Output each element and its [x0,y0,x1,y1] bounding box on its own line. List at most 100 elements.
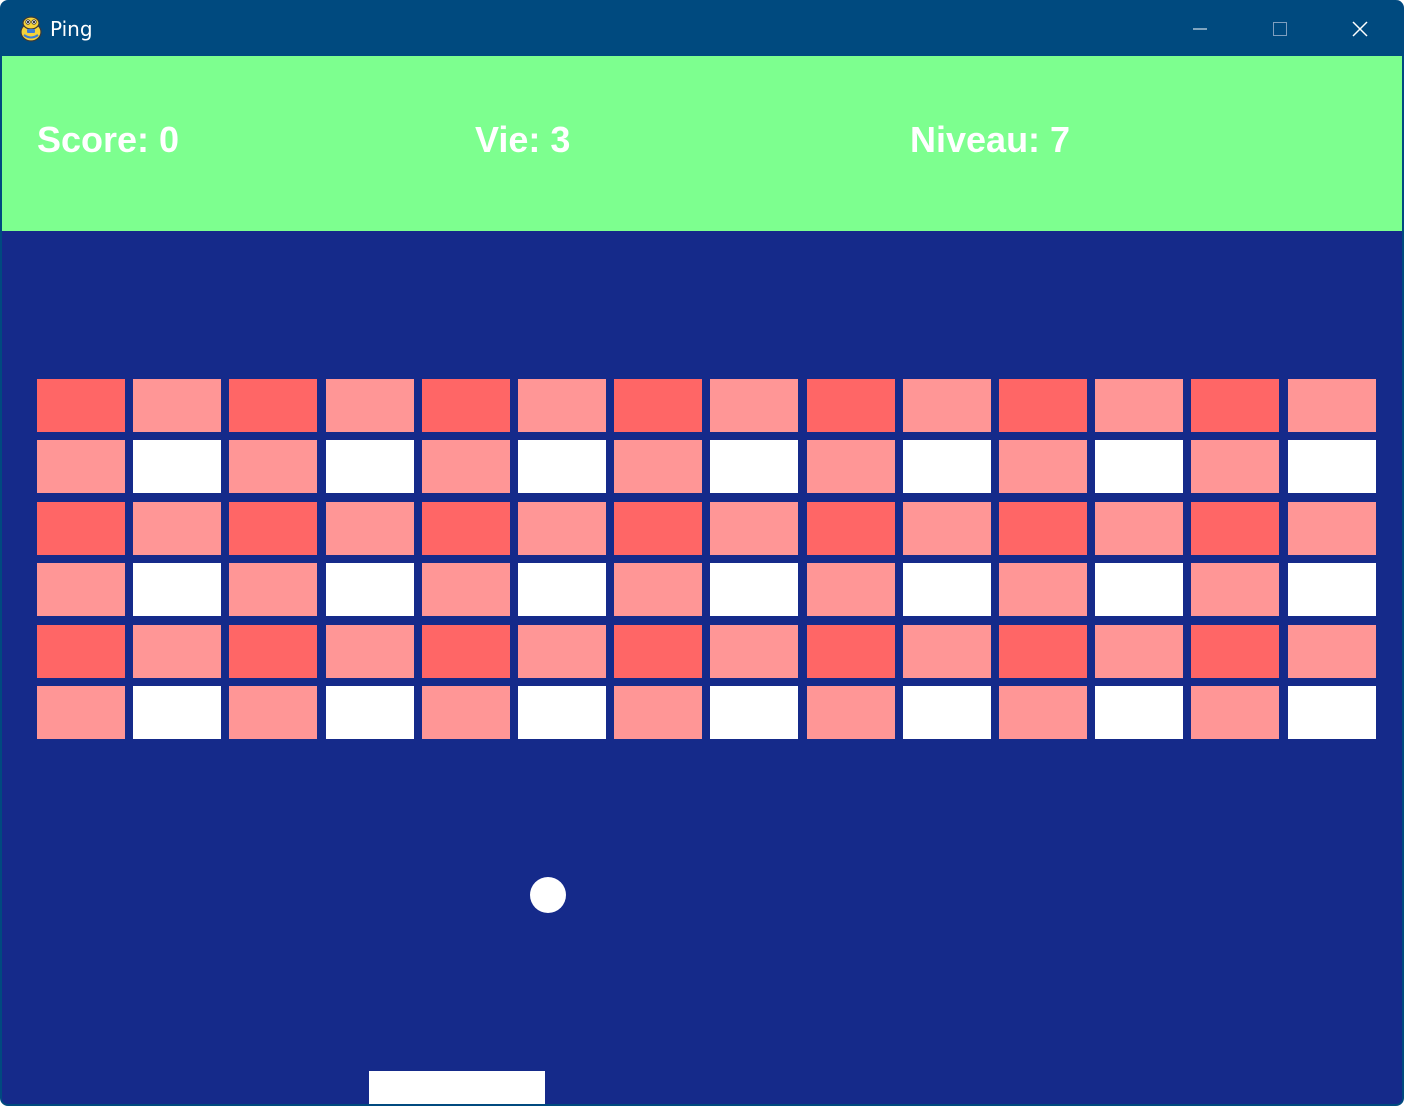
brick [133,379,221,432]
brick [1191,440,1279,493]
brick [903,379,991,432]
brick [614,440,702,493]
brick [903,563,991,616]
brick [229,379,317,432]
brick [518,686,606,739]
brick [422,440,510,493]
brick [1191,563,1279,616]
brick [1191,379,1279,432]
maximize-button[interactable] [1240,2,1320,56]
close-button[interactable] [1320,2,1400,56]
playfield[interactable] [2,231,1402,1104]
maximize-icon [1273,22,1287,36]
brick [133,563,221,616]
brick [326,625,414,678]
brick [1191,502,1279,555]
brick [326,686,414,739]
brick [37,440,125,493]
brick [229,686,317,739]
brick [807,502,895,555]
brick [133,502,221,555]
brick [37,625,125,678]
brick [518,502,606,555]
brick [326,563,414,616]
brick [422,379,510,432]
paddle[interactable] [369,1071,545,1104]
window-title: Ping [50,17,93,41]
brick [518,625,606,678]
brick [710,625,798,678]
brick [999,563,1087,616]
brick [999,686,1087,739]
title-bar[interactable]: Ping [2,2,1402,56]
brick [422,563,510,616]
brick [614,625,702,678]
brick [710,563,798,616]
brick [614,686,702,739]
brick [229,625,317,678]
brick [1095,379,1183,432]
brick [229,440,317,493]
brick [326,379,414,432]
brick [37,686,125,739]
level-label: Niveau: 7 [910,119,1071,160]
brick [614,502,702,555]
brick [1191,686,1279,739]
brick [999,625,1087,678]
brick [807,379,895,432]
brick [710,379,798,432]
brick [710,440,798,493]
brick [133,440,221,493]
brick [807,625,895,678]
brick [999,440,1087,493]
brick [1288,502,1376,555]
brick [1288,625,1376,678]
minimize-button[interactable] [1160,2,1240,56]
brick [1288,379,1376,432]
brick [903,625,991,678]
brick [229,563,317,616]
brick [518,440,606,493]
brick [422,625,510,678]
brick [999,502,1087,555]
score-label: Score: 0 [37,119,180,160]
brick [1095,440,1183,493]
brick [710,502,798,555]
brick [518,563,606,616]
brick [1288,440,1376,493]
brick [1288,686,1376,739]
brick [1288,563,1376,616]
brick [326,440,414,493]
brick [229,502,317,555]
brick [422,686,510,739]
brick [37,379,125,432]
minimize-icon [1193,28,1207,30]
brick [1095,686,1183,739]
brick [710,686,798,739]
brick [807,440,895,493]
brick [1095,625,1183,678]
lives-label: Vie: 3 [475,119,571,160]
brick [1095,563,1183,616]
brick [37,563,125,616]
brick [807,563,895,616]
brick [903,502,991,555]
brick [37,502,125,555]
brick [807,686,895,739]
brick [903,686,991,739]
brick [903,440,991,493]
brick [614,379,702,432]
brick [999,379,1087,432]
brick [614,563,702,616]
brick [1095,502,1183,555]
python-snake-icon [20,16,42,42]
brick [133,686,221,739]
hud-panel: Score: 0 Vie: 3 Niveau: 7 [2,56,1402,231]
brick [518,379,606,432]
brick [326,502,414,555]
ball [530,877,566,913]
brick [1191,625,1279,678]
close-icon [1352,21,1368,37]
game-window: Ping Score: 0 Vie: 3 Niveau: 7 [0,0,1404,1106]
brick [422,502,510,555]
